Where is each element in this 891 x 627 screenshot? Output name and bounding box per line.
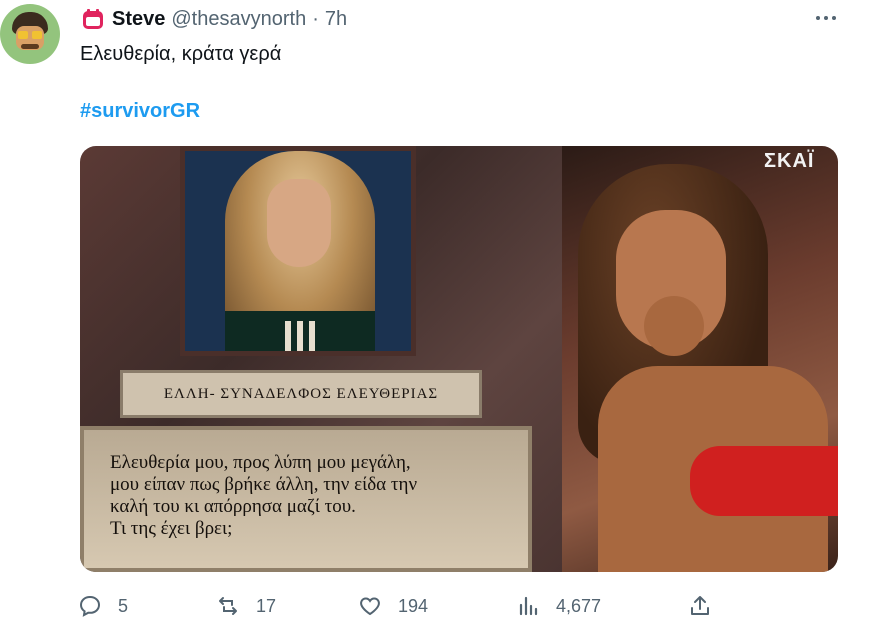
media-right-image <box>562 146 838 572</box>
tweet-header: Steve @thesavynorth · 7h <box>82 8 347 30</box>
retweet-icon <box>219 597 237 615</box>
quote-line: Ελευθερία μου, προς λύπη μου μεγάλη, <box>110 452 411 473</box>
woman-top <box>690 446 838 516</box>
display-name[interactable]: Steve <box>112 8 165 31</box>
share-button[interactable] <box>688 594 728 618</box>
quote-line: μου είπαν πως βρήκε άλλη, την είδα την <box>110 474 418 495</box>
views-icon <box>519 596 538 616</box>
reply-button[interactable]: 5 <box>78 594 128 618</box>
views-button[interactable]: 4,677 <box>516 594 601 618</box>
tweet-text: Ελευθερία, κράτα γερά <box>80 43 282 65</box>
avatar-mustache <box>21 44 39 49</box>
calendar-badge-icon <box>83 9 103 29</box>
tweet-actions: 5 17 194 4,677 <box>78 594 718 618</box>
media-left-image: ΕΛΛΗ- ΣΥΝΑΔΕΛΦΟΣ ΕΛΕΥΘΕΡΙΑΣ Ελευθερία μο… <box>80 146 562 572</box>
woman-hand <box>644 296 704 356</box>
more-icon[interactable] <box>812 8 840 28</box>
dress-stripe <box>309 321 315 351</box>
view-count: 4,677 <box>556 595 602 616</box>
retweet-count: 17 <box>256 595 277 616</box>
separator: · <box>312 7 319 30</box>
dress-stripe <box>297 321 303 351</box>
retweet-button[interactable]: 17 <box>216 594 276 618</box>
name-plate-text: ΕΛΛΗ- ΣΥΝΑΔΕΛΦΟΣ ΕΛΕΥΘΕΡΙΑΣ <box>163 385 439 402</box>
more-dot <box>824 16 828 20</box>
tweet-time[interactable]: 7h <box>325 8 347 31</box>
reply-count: 5 <box>118 595 129 616</box>
share-icon <box>691 596 709 615</box>
dress-stripe <box>285 321 291 351</box>
tweet-media[interactable]: ΕΛΛΗ- ΣΥΝΑΔΕΛΦΟΣ ΕΛΕΥΘΕΡΙΑΣ Ελευθερία μο… <box>80 146 838 572</box>
like-count: 194 <box>398 595 429 616</box>
quote-line: καλή του κι απόρρησα μαζί του. <box>110 496 356 517</box>
channel-logo: ΣΚΑΪ <box>764 150 815 172</box>
quote-board: Ελευθερία μου, προς λύπη μου μεγάλη, μου… <box>80 426 532 572</box>
more-dot <box>816 16 820 20</box>
avatar-glasses-left <box>18 31 28 39</box>
like-button[interactable]: 194 <box>358 594 428 618</box>
portrait-photo <box>180 146 416 356</box>
hashtag-link[interactable]: #survivorGR <box>80 100 200 123</box>
avatar-glasses-right <box>32 31 42 39</box>
quote-line: Τι της έχει βρει; <box>110 518 233 539</box>
heart-icon <box>360 597 380 616</box>
more-dot <box>832 16 836 20</box>
user-handle[interactable]: @thesavynorth <box>171 8 306 31</box>
name-plate: ΕΛΛΗ- ΣΥΝΑΔΕΛΦΟΣ ΕΛΕΥΘΕΡΙΑΣ <box>120 370 482 418</box>
reply-icon <box>79 595 101 617</box>
portrait-face <box>267 179 331 267</box>
avatar[interactable] <box>0 4 60 64</box>
